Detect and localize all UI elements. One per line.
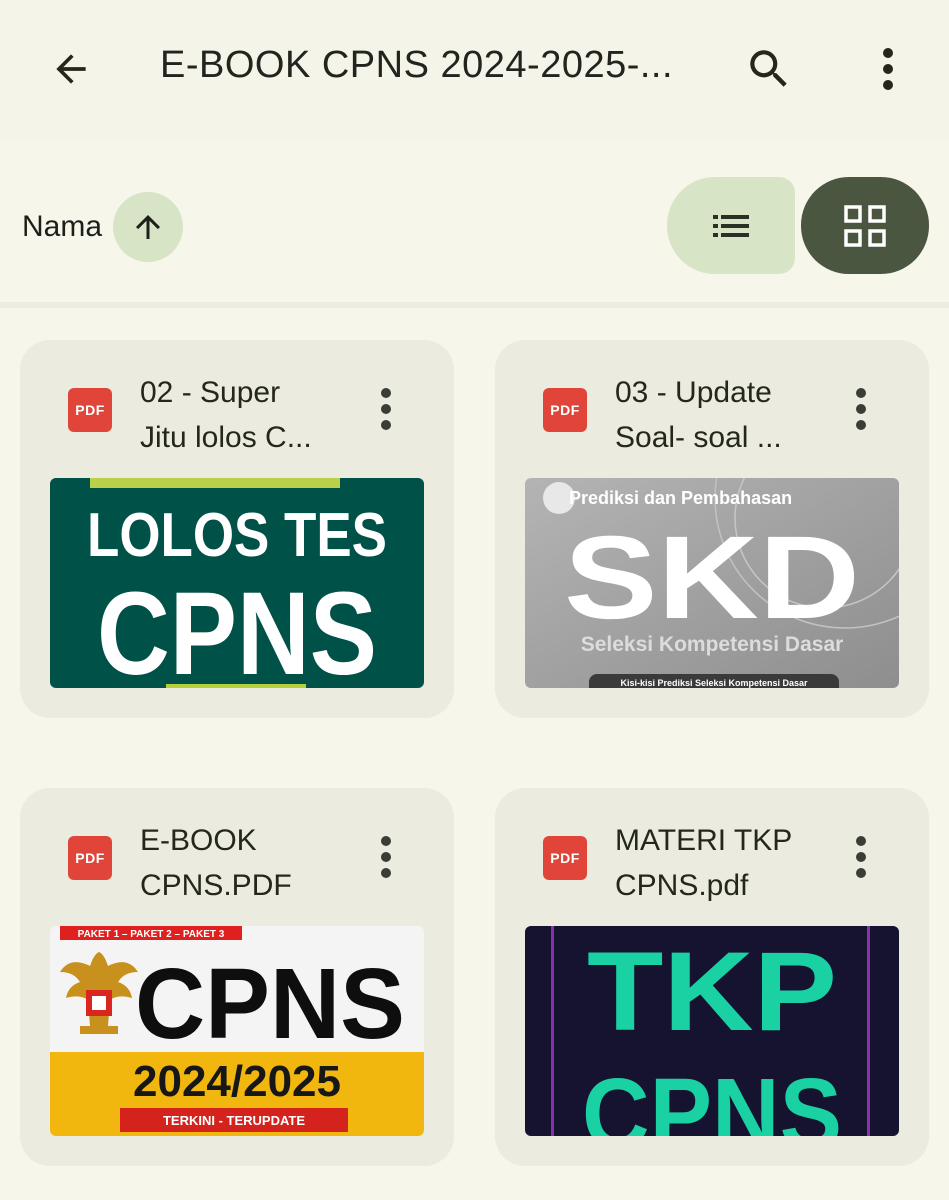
file-card[interactable]: PDF 03 - Update Soal- soal ... Prediksi … (495, 340, 929, 718)
arrow-up-icon (136, 215, 160, 239)
more-vert-icon (883, 48, 893, 90)
divider (0, 302, 949, 308)
thumb-line2: CPNS (582, 1058, 842, 1136)
thumb-top: Prediksi dan Pembahasan (569, 488, 792, 508)
file-thumbnail: TKP CPNS (525, 926, 899, 1136)
thumb-big: CPNS (135, 948, 405, 1060)
file-more-button[interactable] (366, 384, 406, 434)
file-more-button[interactable] (841, 832, 881, 882)
folder-title: E-BOOK CPNS 2024-2025-... (160, 44, 674, 86)
top-app-bar: E-BOOK CPNS 2024-2025-... (0, 0, 949, 140)
pdf-icon: PDF (68, 836, 112, 880)
file-thumbnail: LOLOS TES CPNS (50, 478, 424, 688)
search-icon (750, 50, 787, 87)
list-icon (713, 214, 749, 237)
file-name: 02 - Super Jitu lolos C... (140, 376, 312, 454)
thumb-strip: PAKET 1 – PAKET 2 – PAKET 3 (78, 929, 225, 940)
file-card[interactable]: PDF MATERI TKP CPNS.pdf TKP CPNS (495, 788, 929, 1166)
file-thumbnail: Prediksi dan Pembahasan SKD Seleksi Komp… (525, 478, 899, 688)
thumb-tag: TERKINI - TERUPDATE (163, 1113, 305, 1128)
more-options-button[interactable] (860, 38, 916, 100)
list-view-button[interactable] (667, 177, 795, 274)
pdf-icon: PDF (68, 388, 112, 432)
thumb-big: SKD (564, 512, 860, 644)
file-name: E-BOOK CPNS.PDF (140, 824, 292, 902)
more-vert-icon (856, 388, 866, 430)
file-card[interactable]: PDF 02 - Super Jitu lolos C... LOLOS TES… (20, 340, 454, 718)
file-thumbnail: PAKET 1 – PAKET 2 – PAKET 3 CPNS 2024/20… (50, 926, 424, 1136)
grid-icon (844, 204, 886, 247)
search-button[interactable] (738, 38, 800, 100)
file-more-button[interactable] (841, 384, 881, 434)
pdf-icon: PDF (543, 388, 587, 432)
file-name: MATERI TKP CPNS.pdf (615, 824, 793, 902)
thumb-year: 2024/2025 (133, 1057, 341, 1106)
arrow-left-icon (56, 54, 86, 84)
thumb-line1: TKP (587, 929, 837, 1054)
sort-direction-button[interactable] (113, 192, 183, 262)
pdf-icon: PDF (543, 836, 587, 880)
back-button[interactable] (40, 38, 102, 100)
thumb-sub: Seleksi Kompetensi Dasar (581, 633, 844, 656)
more-vert-icon (381, 836, 391, 878)
file-card[interactable]: PDF E-BOOK CPNS.PDF PAKET 1 – PAKET 2 – … (20, 788, 454, 1166)
file-name: 03 - Update Soal- soal ... (615, 376, 782, 454)
file-more-button[interactable] (366, 832, 406, 882)
more-vert-icon (381, 388, 391, 430)
grid-view-button[interactable] (801, 177, 929, 274)
thumb-foot: Kisi-kisi Prediksi Seleksi Kompetensi Da… (620, 678, 808, 688)
sort-label[interactable]: Nama (22, 210, 102, 244)
thumb-line2: CPNS (97, 568, 377, 688)
thumb-line1: LOLOS TES (87, 501, 387, 570)
more-vert-icon (856, 836, 866, 878)
